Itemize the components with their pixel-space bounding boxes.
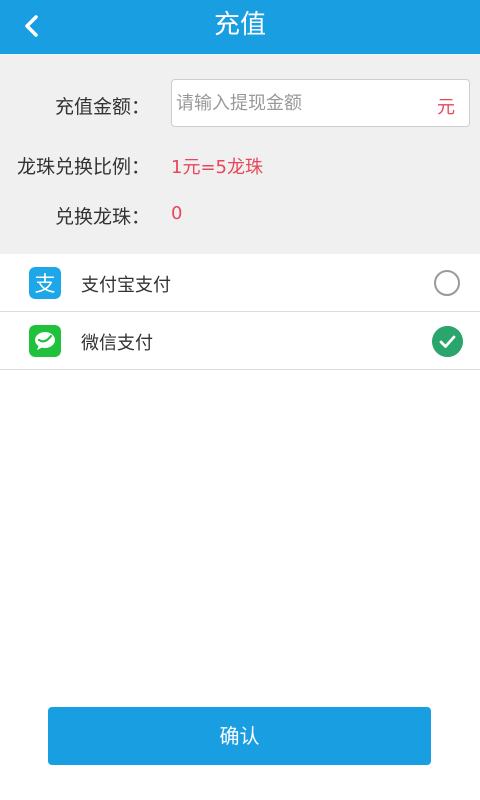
- beads-value: 0: [171, 203, 183, 224]
- beads-label: 兑换龙珠：: [54, 206, 150, 228]
- amount-input[interactable]: [176, 84, 426, 122]
- payment-option-wechat[interactable]: 微信支付: [0, 312, 480, 370]
- ratio-label: 龙珠兑换比例：: [16, 156, 150, 178]
- payment-option-label: 支付宝支付: [81, 275, 171, 296]
- check-circle-icon[interactable]: [432, 326, 463, 357]
- amount-unit: 元: [437, 97, 455, 118]
- svg-text:支: 支: [35, 272, 56, 296]
- wechat-pay-icon: [29, 325, 61, 357]
- radio-unchecked-icon[interactable]: [434, 270, 460, 296]
- top-bar: 充值: [0, 0, 480, 54]
- ratio-value: 1元=5龙珠: [171, 157, 263, 178]
- confirm-button[interactable]: 确认: [48, 707, 431, 765]
- page-title: 充值: [213, 10, 266, 40]
- recharge-form: 充值金额： 元 龙珠兑换比例： 1元=5龙珠 兑换龙珠： 0: [0, 54, 480, 254]
- payment-option-alipay[interactable]: 支 支付宝支付: [0, 254, 480, 312]
- payment-option-label: 微信支付: [81, 333, 153, 354]
- amount-label: 充值金额：: [54, 96, 150, 118]
- alipay-icon: 支: [29, 267, 61, 299]
- amount-field[interactable]: 元: [171, 79, 470, 127]
